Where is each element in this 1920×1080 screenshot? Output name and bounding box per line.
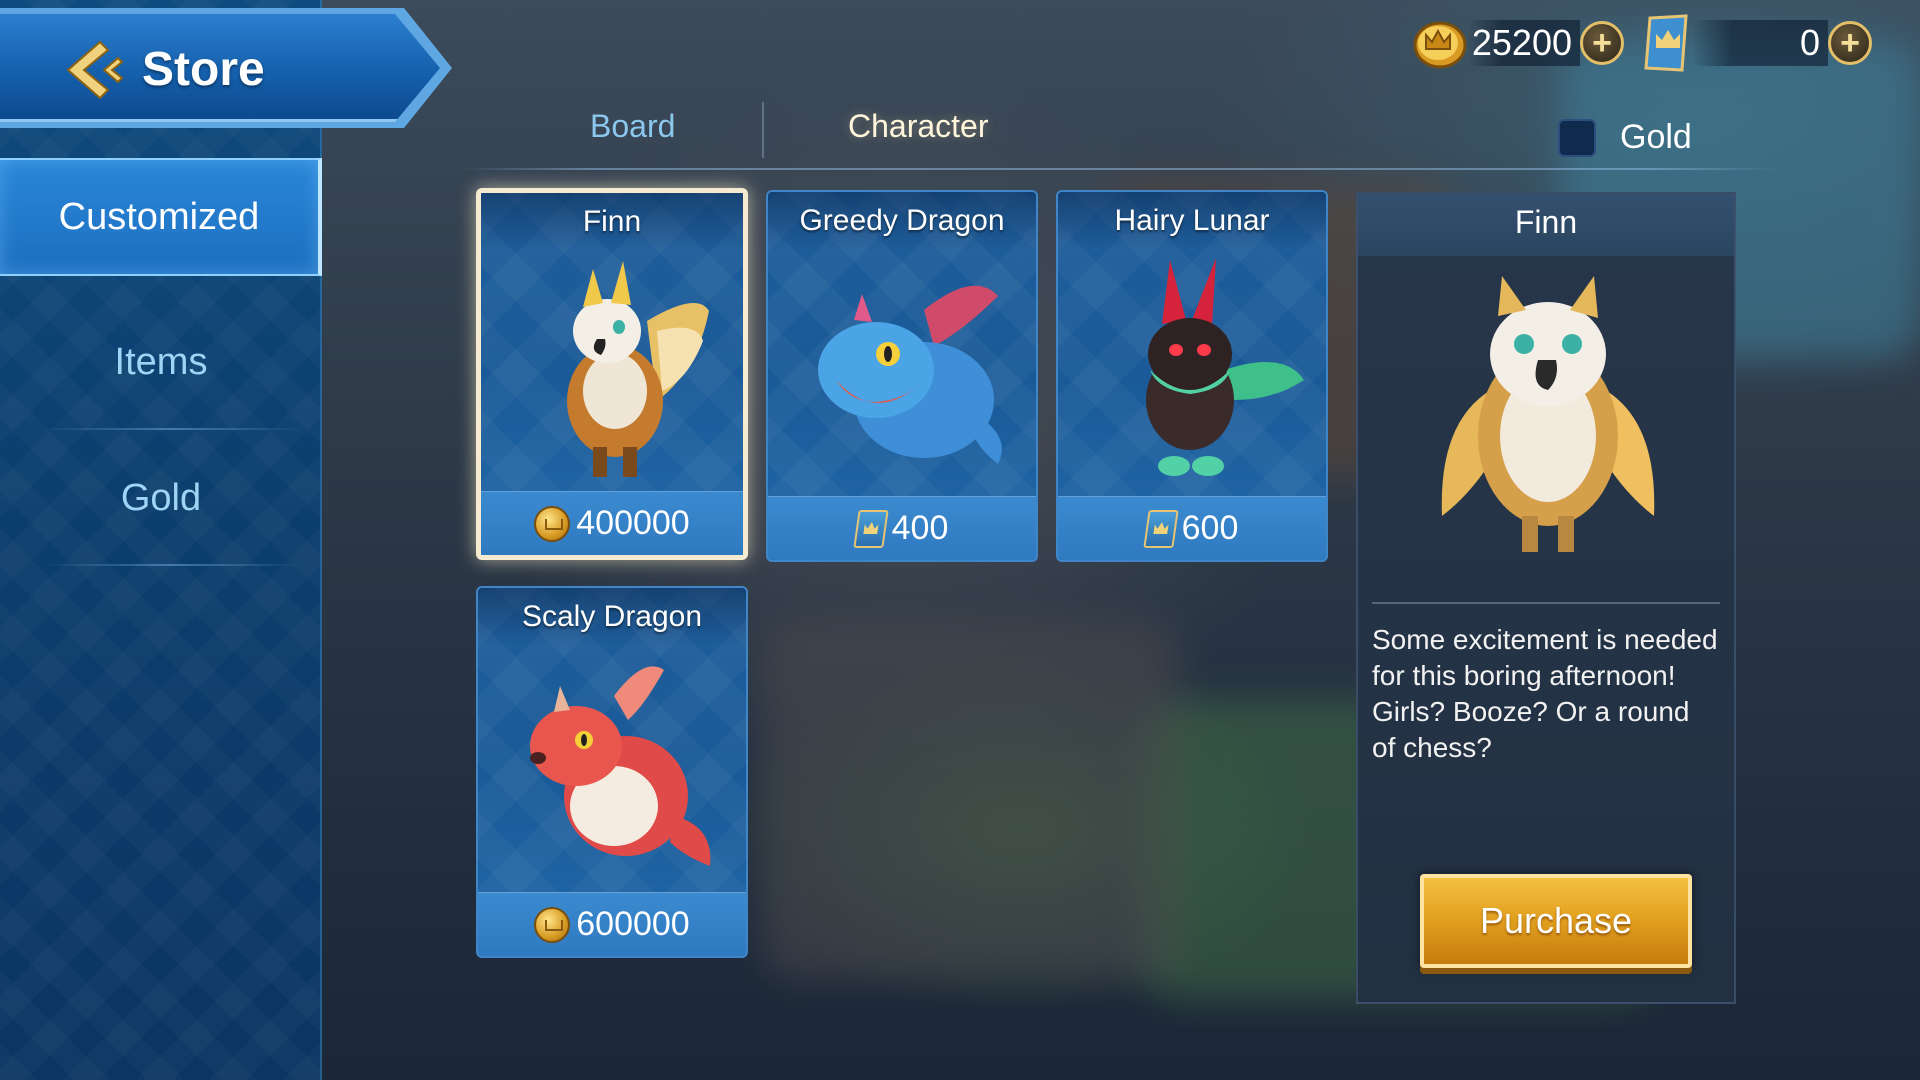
scaly-dragon-character-image: [530, 666, 711, 866]
back-button[interactable]: [60, 40, 124, 100]
ticket-amount: 0: [1692, 20, 1828, 66]
card-price: 600: [1058, 496, 1326, 560]
divider: [42, 564, 304, 566]
detail-panel: Finn Some excitement is needed for this …: [1356, 192, 1736, 1004]
tab-board[interactable]: Board: [590, 108, 675, 145]
card-name: Scaly Dragon: [521, 600, 703, 633]
character-card-finn[interactable]: Finn 400000: [476, 188, 748, 560]
sidebar-item-label: Customized: [58, 195, 260, 238]
gold-currency: 25200 +: [1412, 14, 1624, 72]
price-value: 400000: [576, 504, 690, 542]
card-name: Hairy Lunar: [1114, 204, 1270, 237]
character-card-hairy-lunar[interactable]: Hairy Lunar 600: [1056, 190, 1328, 562]
gold-coin-icon: [534, 906, 571, 943]
divider: [762, 102, 764, 158]
finn-character-image: [567, 261, 709, 477]
side-nav: Customized Items Gold: [0, 158, 322, 566]
gold-filter-checkbox[interactable]: [1558, 118, 1596, 157]
sidebar-item-customized[interactable]: Customized: [0, 158, 322, 276]
add-ticket-button[interactable]: +: [1828, 21, 1872, 65]
finn-preview-image: [1441, 276, 1655, 552]
sidebar-item-label: Items: [114, 340, 208, 383]
gold-amount: 25200: [1468, 20, 1580, 66]
price-value: 600: [1181, 509, 1239, 547]
sidebar-item-label: Gold: [120, 476, 202, 519]
store-header: Store: [0, 14, 440, 122]
sidebar-item-items[interactable]: Items: [0, 294, 322, 430]
divider: [1372, 602, 1720, 604]
card-price: 400000: [481, 491, 743, 555]
gold-filter[interactable]: Gold: [1558, 118, 1692, 157]
crown-ticket-icon: [852, 509, 889, 548]
price-value: 600000: [576, 905, 690, 943]
card-name: Greedy Dragon: [799, 204, 1005, 237]
price-value: 400: [891, 509, 949, 547]
add-gold-button[interactable]: +: [1580, 21, 1624, 65]
greedy-dragon-character-image: [818, 285, 1002, 464]
crown-ticket-icon: [1644, 14, 1688, 72]
gold-coin-icon: [534, 505, 571, 542]
crown-coin-icon: [1413, 21, 1467, 69]
card-price: 600000: [478, 892, 746, 956]
crown-ticket-icon: [1142, 509, 1179, 548]
sidebar-item-gold[interactable]: Gold: [0, 430, 322, 566]
gold-filter-label: Gold: [1620, 118, 1692, 156]
ticket-currency: 0 +: [1640, 14, 1872, 72]
sidebar: Customized Items Gold: [0, 0, 322, 1080]
detail-description: Some excitement is needed for this borin…: [1372, 624, 1718, 763]
character-card-scaly-dragon[interactable]: Scaly Dragon 600000: [476, 586, 748, 958]
page-title: Store: [142, 43, 265, 96]
character-card-greedy-dragon[interactable]: Greedy Dragon 400: [766, 190, 1038, 562]
card-name: Finn: [582, 205, 642, 238]
tab-character[interactable]: Character: [848, 108, 989, 145]
hairy-lunar-character-image: [1146, 258, 1304, 476]
detail-title: Finn: [1514, 204, 1578, 240]
chevron-left-icon: [66, 40, 124, 100]
divider: [460, 168, 1780, 170]
purchase-button[interactable]: Purchase: [1420, 874, 1692, 968]
card-price: 400: [768, 496, 1036, 560]
